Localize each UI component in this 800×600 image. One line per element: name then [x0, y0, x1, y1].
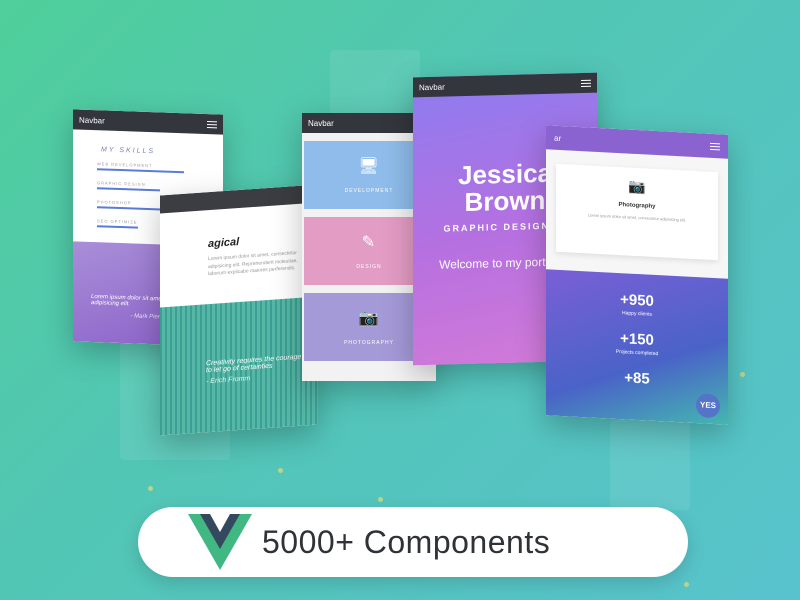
- monitor-icon: 🖥: [358, 158, 380, 175]
- magic-card: agical Lorem ipsum dolor sit amet, conse…: [160, 184, 318, 436]
- navbar: Navbar: [73, 109, 223, 135]
- stats-section: +950 Happy clients +150 Projects complet…: [546, 269, 728, 425]
- background-glow: [610, 420, 690, 510]
- pencil-icon: ✎: [361, 234, 377, 251]
- skill-progress-bar: [97, 225, 138, 229]
- quote-author: - Erich Fromm: [206, 375, 251, 386]
- navbar-brand[interactable]: Navbar: [308, 119, 334, 128]
- skill-item: WEB DEVELOPMENT: [97, 161, 199, 174]
- sparkle-dot: [148, 486, 153, 491]
- skill-progress-bar: [97, 187, 161, 192]
- sparkle-dot: [278, 468, 283, 473]
- navbar: Navbar: [413, 72, 597, 98]
- section-text: Lorem ipsum dolor sit amet, consectetur …: [208, 249, 298, 278]
- photography-card[interactable]: 📷 Photography Lorem ipsum dolor sit amet…: [556, 163, 718, 261]
- components-label: 5000+ Components: [262, 523, 551, 560]
- camera-icon: 📷: [358, 310, 380, 327]
- service-label: DEVELOPMENT: [344, 188, 394, 194]
- sparkle-dot: [740, 372, 745, 377]
- components-banner: 5000+ Components: [138, 507, 688, 577]
- navbar-brand[interactable]: Navbar: [79, 115, 105, 125]
- skill-progress-bar: [97, 168, 184, 174]
- camera-icon: 📷: [628, 177, 646, 195]
- quote-text: Creativity requires the courage to let g…: [206, 353, 302, 375]
- yes-badge: YES: [696, 393, 720, 419]
- navbar-brand[interactable]: ar: [554, 133, 561, 142]
- stat-value: +85: [624, 369, 650, 388]
- service-label: PHOTOGRAPHY: [344, 340, 394, 346]
- photography-text: Lorem ipsum dolor sit amet, consectetur …: [587, 212, 687, 223]
- hamburger-menu-icon[interactable]: [581, 79, 591, 87]
- navbar: ar: [546, 125, 728, 159]
- skill-progress-bar: [97, 206, 169, 211]
- skill-item: GRAPHIC DESIGN: [97, 180, 199, 193]
- service-label: DESIGN: [356, 264, 382, 270]
- skills-title: MY SKILLS: [101, 146, 156, 156]
- sparkle-dot: [378, 497, 383, 502]
- quote-section: Creativity requires the courage to let g…: [160, 296, 318, 436]
- stats-card: ar 📷 Photography Lorem ipsum dolor sit a…: [546, 125, 728, 425]
- sparkle-dot: [684, 582, 689, 587]
- navbar-brand[interactable]: Navbar: [419, 82, 445, 92]
- hamburger-menu-icon[interactable]: [207, 120, 217, 128]
- vue-logo-icon: [188, 514, 252, 570]
- hamburger-menu-icon[interactable]: [710, 142, 720, 150]
